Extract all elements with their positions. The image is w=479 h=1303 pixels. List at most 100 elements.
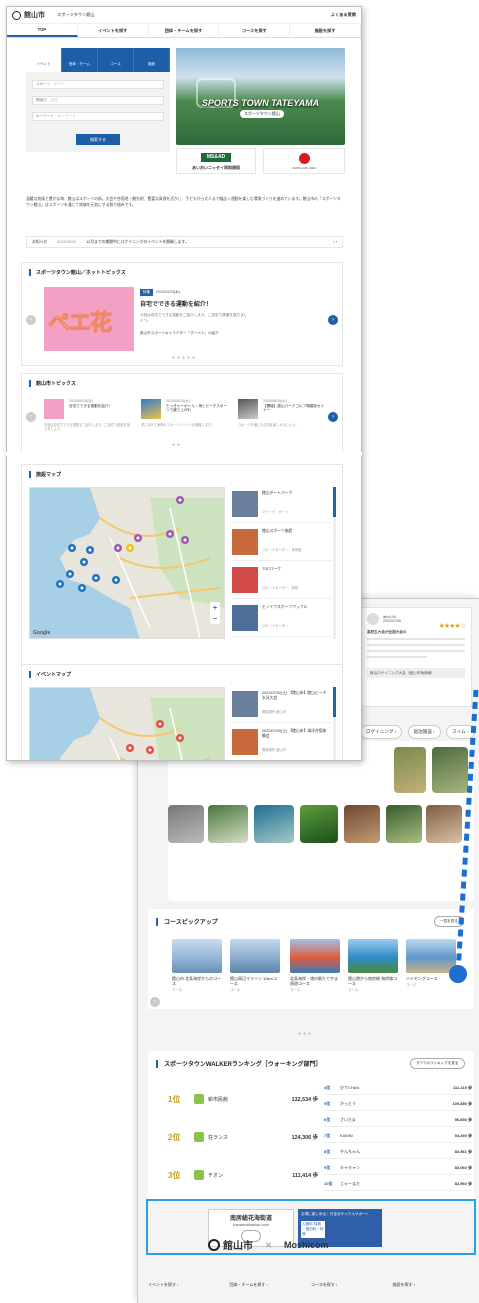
photo-sport-1[interactable]: [168, 805, 204, 843]
ranking-row-top[interactable]: 1位 新市民館 132,534 歩: [168, 1084, 318, 1114]
ranker-steps: 111,414 歩: [292, 1173, 318, 1179]
footer-link[interactable]: 施設を探す ›: [393, 1282, 475, 1288]
rank-number: 10位: [324, 1180, 333, 1186]
ranker-steps: 94,493 歩: [454, 1132, 472, 1138]
ranker-steps: 83,561 歩: [454, 1148, 472, 1154]
ranking-row[interactable]: 4位 ひでCHAN 111,219 歩: [324, 1081, 472, 1095]
ranker-name: 新市民館: [208, 1096, 229, 1103]
ranker-steps: 109,856 歩: [452, 1100, 472, 1106]
map-graphic: [30, 688, 224, 760]
course-card[interactable]: 館山港から南房総 海岸線コース コース: [348, 939, 398, 992]
rank-number: 6位: [324, 1116, 331, 1122]
course-card[interactable]: 北条海岸・渚の駅たてやま周遊コース コース: [290, 939, 340, 992]
map-list-item[interactable]: TSCパーク スポーツセンター、野球: [232, 565, 332, 599]
course-heading: コースピックアップ: [156, 917, 218, 926]
ranker-name: チオン: [208, 1172, 224, 1179]
ranker-name: キャキャン: [340, 1164, 360, 1170]
ranking-row[interactable]: 10位 じゃーまだ 82,960 歩: [324, 1177, 472, 1191]
ranking-row[interactable]: 8位 やんちゃん 83,561 歩: [324, 1145, 472, 1159]
rank-number: 5位: [324, 1100, 331, 1106]
footer-link[interactable]: イベントを探す ›: [148, 1282, 230, 1288]
review-tag: 館山ロゲイニング大会（館山市海岸線）: [367, 668, 465, 678]
rank-number: 3位: [168, 1170, 181, 1180]
map-list-item[interactable]: 2022/07/02(土) 【館山市】館山ビーチ 水泳大会 開催場所 館山市: [232, 689, 332, 723]
ranking-row[interactable]: 7位 KAMIN 94,493 歩: [324, 1129, 472, 1143]
text-line: [367, 656, 427, 658]
rank-number: 2位: [168, 1132, 181, 1142]
review-title: 高校生大会が全国大会の: [367, 630, 407, 634]
footer-link[interactable]: 団体・チームを探す ›: [230, 1282, 312, 1288]
text-line: [367, 638, 465, 640]
connector-line: [449, 690, 479, 983]
ranker-name: ひでCHAN: [340, 1084, 360, 1090]
ranker-steps: 82,960 歩: [454, 1180, 472, 1186]
photo-park[interactable]: [386, 805, 422, 843]
cross-icon: ×: [265, 1237, 273, 1252]
ranker-steps: 83,060 歩: [454, 1164, 472, 1170]
front-maps-layer: [6, 6, 362, 458]
map-canvas[interactable]: +− Google: [29, 487, 225, 639]
photo-indoor[interactable]: [344, 805, 380, 843]
rank-number: 4位: [324, 1084, 331, 1090]
footer-link[interactable]: コースを探す ›: [311, 1282, 393, 1288]
ranker-steps: 132,534 歩: [291, 1097, 318, 1103]
footer-links: イベントを探す › 団体・チームを探す › コースを探す › 施設を探す ›: [148, 1282, 474, 1288]
list-scrollbar[interactable]: [333, 687, 336, 760]
text-line: [367, 644, 465, 646]
ranker-steps: 111,219 歩: [452, 1084, 472, 1090]
photo-hiking[interactable]: [394, 747, 426, 793]
facility-map-heading: 施設マップ: [29, 471, 61, 478]
avatar: [194, 1132, 204, 1142]
avatar: [194, 1170, 204, 1180]
sports-photo-grid: [168, 741, 474, 901]
photo-soccer[interactable]: [300, 805, 338, 843]
course-card[interactable]: 館山市 北条海岸からのコース コース: [172, 939, 222, 992]
footer-logos: 館山市 × Moshicom: [208, 1237, 329, 1252]
ranking-more-button[interactable]: すべてのランキングを見る: [410, 1058, 465, 1069]
ranking-row[interactable]: 9位 キャキャン 83,060 歩: [324, 1161, 472, 1175]
ranking-row-top[interactable]: 2位 荘ランス 124,306 歩: [168, 1122, 318, 1152]
pill-lodging[interactable]: 宿泊施設 ›: [407, 725, 441, 739]
ranker-steps: 96,836 歩: [454, 1116, 472, 1122]
map-list-item[interactable]: 2022/07/09(土) 【館山市】海洋合宿体験会 開催場所 館山市: [232, 727, 332, 760]
map-list-item[interactable]: 館山ボートパーク マリーナ、ボート: [232, 489, 332, 523]
ranker-name: じゃーまだ: [340, 1180, 360, 1186]
avatar: [367, 613, 379, 625]
text-line: [367, 650, 465, 652]
map-list-item[interactable]: ヒノトワスポーツワッフル スポーツセンター: [232, 603, 332, 637]
photo-beach[interactable]: [254, 805, 294, 843]
facility-map-section: 施設マップ + − Google 館山ボートパーク マリーナ、ボート 館山スポーツ施設 スポー…: [21, 464, 343, 676]
rank-number: 8位: [324, 1148, 331, 1154]
map-graphic: [30, 488, 224, 638]
ranker-steps: 124,306 歩: [291, 1135, 318, 1141]
zoom-control[interactable]: + −: [210, 602, 220, 624]
ranker-name: 荘ランス: [208, 1134, 228, 1141]
ranking-row[interactable]: 5位 かっとう 109,856 歩: [324, 1097, 472, 1111]
city-emblem-icon: [208, 1238, 220, 1251]
event-map-section: イベントマップ +−Google2022/07/02(土) 【館山市】館山ビーチ …: [21, 664, 343, 760]
map-list-item[interactable]: 館山スポーツ施設 スポーツセンター、体育館: [232, 527, 332, 561]
tateyama-logo[interactable]: 館山市: [208, 1237, 253, 1252]
ranker-name: やんちゃん: [340, 1148, 360, 1154]
carousel-dots: ●●●: [298, 1031, 314, 1037]
ranker-name: さいたま: [340, 1116, 356, 1122]
review-date: 2022/07/06: [383, 619, 401, 623]
pill-rogaining[interactable]: ロゲイニング ›: [360, 725, 403, 739]
ranker-name: かっとう: [340, 1100, 356, 1106]
ranking-row-top[interactable]: 3位 チオン 111,414 歩: [168, 1160, 318, 1190]
avatar: [194, 1094, 204, 1104]
map-canvas[interactable]: +−Google: [29, 687, 225, 760]
photo-tennis[interactable]: [208, 805, 248, 843]
rank-number: 1位: [168, 1094, 181, 1104]
ranking-heading: スポーツタウンWALKERランキング［ウォーキング部門］: [156, 1059, 322, 1068]
google-logo: Google: [33, 630, 51, 636]
course-card[interactable]: 館山周辺マラソン 10kmコース コース: [230, 939, 280, 992]
list-scrollbar[interactable]: [333, 487, 336, 639]
event-map-heading: イベントマップ: [29, 671, 71, 678]
ranker-name: KAMIN: [340, 1133, 353, 1138]
ranking-row[interactable]: 6位 さいたま 96,836 歩: [324, 1113, 472, 1127]
moshicom-logo[interactable]: Moshicom: [284, 1240, 329, 1250]
rating-stars: ★★★★☆: [438, 623, 466, 630]
carousel-prev-icon[interactable]: ‹: [150, 997, 160, 1007]
rank-number: 9位: [324, 1164, 331, 1170]
